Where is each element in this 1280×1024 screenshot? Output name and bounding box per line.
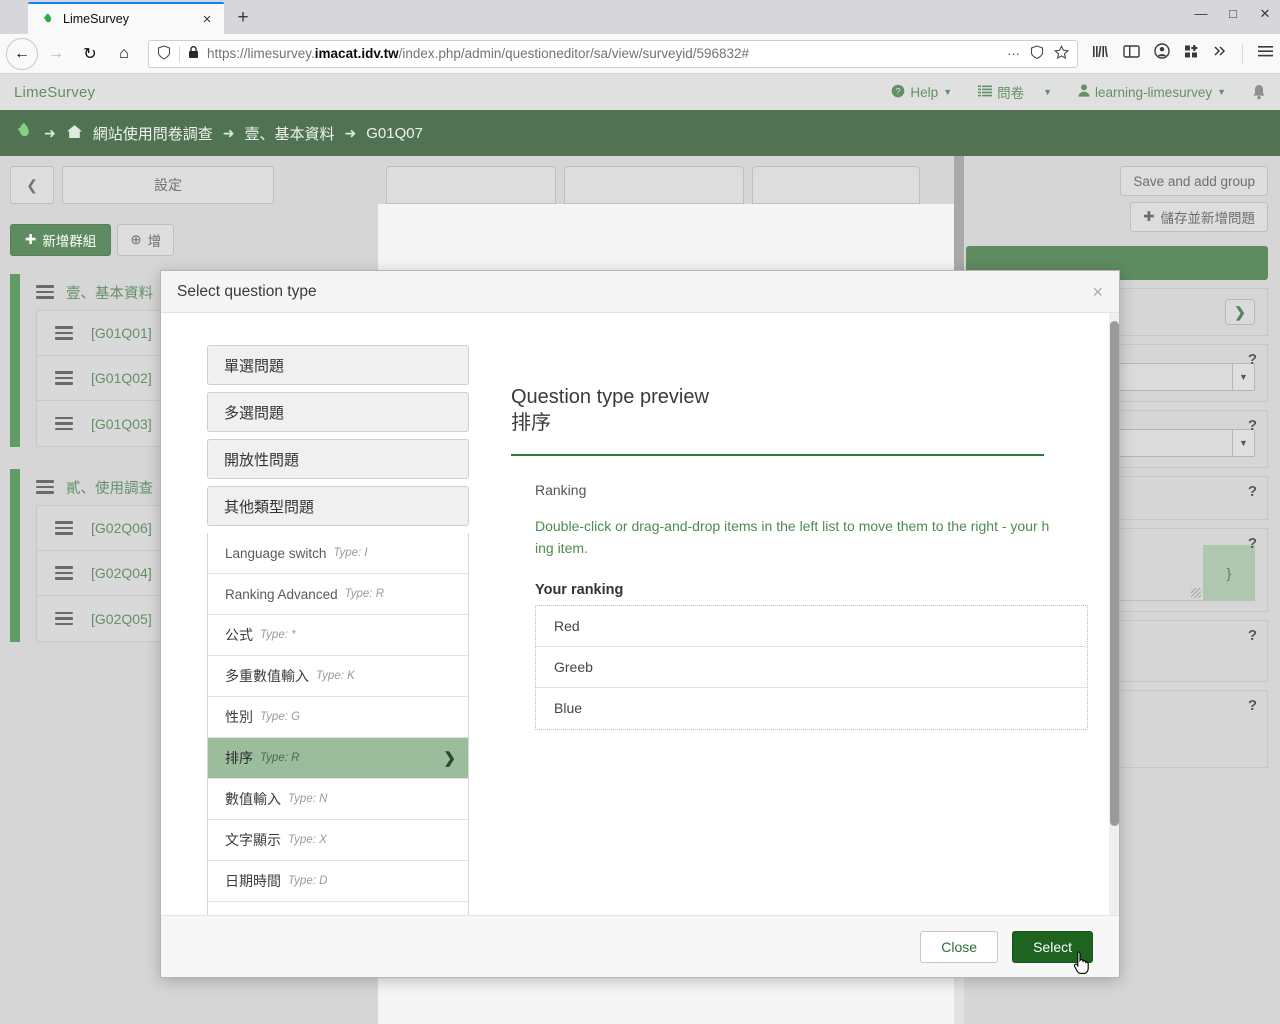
close-button[interactable]: Close [920, 930, 999, 963]
qtype-group-open-ended[interactable]: 開放性問題 [207, 439, 469, 479]
qtype-group-single-choice[interactable]: 單選問題 [207, 345, 469, 385]
back-button[interactable]: ← [6, 37, 38, 70]
qtype-item-numerical[interactable]: 數值輸入 Type: N [208, 779, 468, 820]
scrollbar-thumb[interactable] [1110, 321, 1119, 826]
ranking-list: Red Greeb Blue [535, 604, 1088, 730]
url-bar[interactable]: https://limesurvey.imacat.idv.tw/index.p… [148, 39, 1078, 68]
modal-title: Select question type [177, 282, 317, 300]
qtype-label: Language switch [225, 545, 327, 561]
qtype-item-text-display[interactable]: 文字顯示 Type: X [208, 820, 468, 861]
preview-subheading: 排序 [511, 411, 551, 434]
extensions-icon[interactable] [1184, 44, 1199, 64]
url-path: /index.php/admin/questioneditor/sa/view/… [398, 46, 750, 61]
shield-icon[interactable] [157, 44, 171, 63]
limesurvey-app: LimeSurvey ? Help ▼ 問卷 ▼ learning-limesu… [0, 74, 1280, 1024]
preview-help-line2: ing item. [535, 539, 588, 556]
menu-icon[interactable] [1257, 44, 1274, 63]
modal-header: Select question type × [161, 271, 1119, 313]
browser-toolbar-icons [1086, 43, 1274, 64]
preview-help-line1: Double-click or drag-and-drop items in t… [535, 518, 1050, 535]
qtype-label: 公式 [225, 627, 253, 643]
preview-help-text: Double-click or drag-and-drop items in t… [535, 516, 1119, 559]
reload-button[interactable]: ↻ [74, 38, 106, 70]
preview-question-label: Ranking [535, 482, 587, 499]
tab-close-icon[interactable]: × [198, 10, 216, 28]
qtype-item-ranking-advanced[interactable]: Ranking Advanced Type: R [208, 574, 468, 615]
url-divider [179, 45, 180, 62]
question-type-list: Language switch Type: I Ranking Advanced… [207, 533, 469, 915]
lock-icon[interactable] [188, 45, 199, 62]
limesurvey-icon [40, 12, 55, 27]
qtype-label: 日期時間 [225, 873, 281, 889]
qtype-item-equation[interactable]: 公式 Type: * [208, 615, 468, 656]
window-controls: — □ ✕ [1192, 6, 1274, 22]
modal-body: 單選問題 多選問題 開放性問題 其他類型問題 Language switch T… [161, 313, 1119, 915]
qtype-code: Type: * [260, 629, 296, 641]
qtype-group-multiple-choice[interactable]: 多選問題 [207, 392, 469, 432]
page-actions-icon[interactable]: ··· [1007, 46, 1020, 61]
select-question-type-modal: Select question type × 單選問題 多選問題 開放性問題 其… [160, 270, 1120, 978]
qtype-item-language-switch[interactable]: Language switch Type: I [208, 533, 468, 574]
modal-footer: Close Select [161, 915, 1119, 977]
qtype-label: 性別 [225, 709, 253, 725]
overflow-icon[interactable] [1213, 44, 1228, 63]
browser-window: LimeSurvey × + — □ ✕ ← → ↻ ⌂ https://lim… [0, 0, 1280, 1024]
toolbar-divider [1242, 43, 1243, 64]
qtype-label: 是/否 [225, 912, 257, 915]
maximize-button[interactable]: □ [1224, 6, 1242, 22]
qtype-code: Type: R [344, 588, 385, 600]
url-scheme: https://limesurvey. [207, 46, 315, 61]
qtype-item-ranking[interactable]: 排序 Type: R ❯ [208, 738, 468, 779]
sidebar-icon[interactable] [1123, 44, 1140, 64]
your-ranking-label: Your ranking [535, 581, 624, 598]
qtype-code: Type: N [288, 793, 328, 805]
forward-button[interactable]: → [40, 38, 72, 70]
ranking-item[interactable]: Red [536, 606, 1087, 647]
qtype-item-date-time[interactable]: 日期時間 Type: D [208, 861, 468, 902]
qtype-label: 多重數值輸入 [225, 668, 309, 684]
qtype-item-gender[interactable]: 性別 Type: G [208, 697, 468, 738]
preview-heading-block: Question type preview 排序 [511, 385, 1119, 436]
url-domain: imacat.idv.tw [314, 46, 399, 61]
qtype-code: Type: R [260, 752, 300, 764]
question-type-preview: Question type preview 排序 Ranking Double-… [471, 313, 1119, 915]
qtype-label: 數值輸入 [225, 791, 281, 807]
library-icon[interactable] [1092, 44, 1109, 64]
qtype-group-other[interactable]: 其他類型問題 [207, 486, 469, 526]
qtype-code: Type: D [288, 875, 328, 887]
url-text[interactable]: https://limesurvey.imacat.idv.tw/index.p… [207, 46, 999, 61]
qtype-code: Type: K [316, 670, 355, 682]
chevron-right-icon: ❯ [443, 750, 456, 767]
tab-strip: LimeSurvey × + — □ ✕ [0, 0, 1280, 34]
star-icon[interactable] [1053, 44, 1070, 63]
modal-scrollbar[interactable] [1109, 313, 1119, 915]
qtype-item-multiple-numerical[interactable]: 多重數值輸入 Type: K [208, 656, 468, 697]
navigation-toolbar: ← → ↻ ⌂ https://limesurvey.imacat.idv.tw… [0, 34, 1280, 74]
close-icon[interactable]: × [1092, 283, 1103, 301]
select-button[interactable]: Select [1012, 930, 1093, 963]
home-button[interactable]: ⌂ [108, 38, 140, 70]
reader-icon[interactable] [1030, 45, 1044, 62]
new-tab-button[interactable]: + [228, 3, 258, 33]
minimize-button[interactable]: — [1192, 6, 1210, 22]
qtype-label: Ranking Advanced [225, 586, 338, 602]
preview-heading: Question type preview [511, 386, 709, 408]
qtype-code: Type: I [333, 547, 368, 559]
window-close-button[interactable]: ✕ [1256, 6, 1274, 22]
browser-tab[interactable]: LimeSurvey × [28, 2, 224, 34]
ranking-item[interactable]: Greeb [536, 647, 1087, 688]
qtype-item-yes-no[interactable]: 是/否 Type: Y [208, 902, 468, 915]
question-type-column: 單選問題 多選問題 開放性問題 其他類型問題 Language switch T… [161, 313, 471, 915]
qtype-label: 文字顯示 [225, 832, 281, 848]
qtype-code: Type: X [288, 834, 327, 846]
qtype-code: Type: G [260, 711, 301, 723]
tab-title: LimeSurvey [63, 12, 129, 26]
ranking-item[interactable]: Blue [536, 688, 1087, 729]
account-icon[interactable] [1154, 43, 1170, 64]
qtype-label: 排序 [225, 750, 253, 766]
select-button-label: Select [1033, 938, 1072, 955]
